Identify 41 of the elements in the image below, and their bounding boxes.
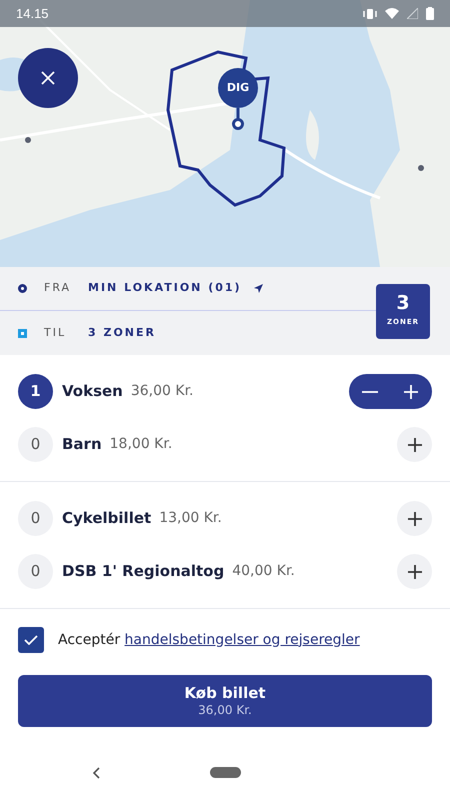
destination-square-icon (18, 328, 26, 338)
close-icon (40, 70, 56, 86)
increase-button[interactable] (397, 554, 432, 589)
to-label: TIL (44, 324, 68, 341)
back-icon[interactable] (92, 766, 100, 778)
check-icon (24, 635, 38, 645)
plus-icon (402, 382, 420, 400)
ticket-price: 36,00 Kr. (130, 382, 194, 401)
ticket-price: 40,00 Kr. (232, 562, 295, 581)
ticket-name: DSB 1' Regionaltog (62, 561, 224, 582)
status-time: 14.15 (16, 4, 49, 23)
ticket-name: Barn (62, 434, 102, 456)
increase-button[interactable] (397, 501, 432, 536)
ticket-price: 18,00 Kr. (110, 435, 172, 454)
wifi-icon (385, 8, 399, 19)
ticket-count: 1 (18, 374, 53, 409)
pin-label: DIG (226, 80, 250, 96)
ticket-name: Voksen (62, 381, 123, 402)
minus-icon (362, 390, 378, 392)
ticket-count: 0 (18, 427, 53, 462)
terms-text: Acceptér handelsbetingelser og rejseregler (58, 630, 360, 650)
buy-button[interactable]: Køb billet 36,00 Kr. (18, 675, 432, 727)
from-label: FRA (44, 280, 72, 296)
from-value[interactable]: MIN LOKATION (01) (88, 280, 242, 297)
to-value[interactable]: 3 ZONER (88, 324, 156, 342)
ticket-count: 0 (18, 501, 53, 536)
increase-button[interactable] (397, 427, 432, 462)
terms-checkbox[interactable] (18, 627, 44, 653)
terms-link[interactable]: handelsbetingelser og rejseregler (124, 632, 360, 648)
home-handle[interactable] (210, 767, 240, 778)
ticket-count: 0 (18, 554, 53, 589)
plus-icon (406, 436, 424, 454)
ticket-price: 13,00 Kr. (159, 509, 222, 528)
vibrate-icon (363, 8, 377, 20)
location-arrow-icon (254, 284, 263, 293)
plus-icon (406, 562, 424, 580)
signal-icon (407, 8, 418, 19)
battery-icon (426, 7, 434, 20)
ticket-name: Cykelbillet (62, 508, 152, 530)
plus-icon (406, 510, 424, 528)
zone-count: 3 (396, 294, 410, 314)
